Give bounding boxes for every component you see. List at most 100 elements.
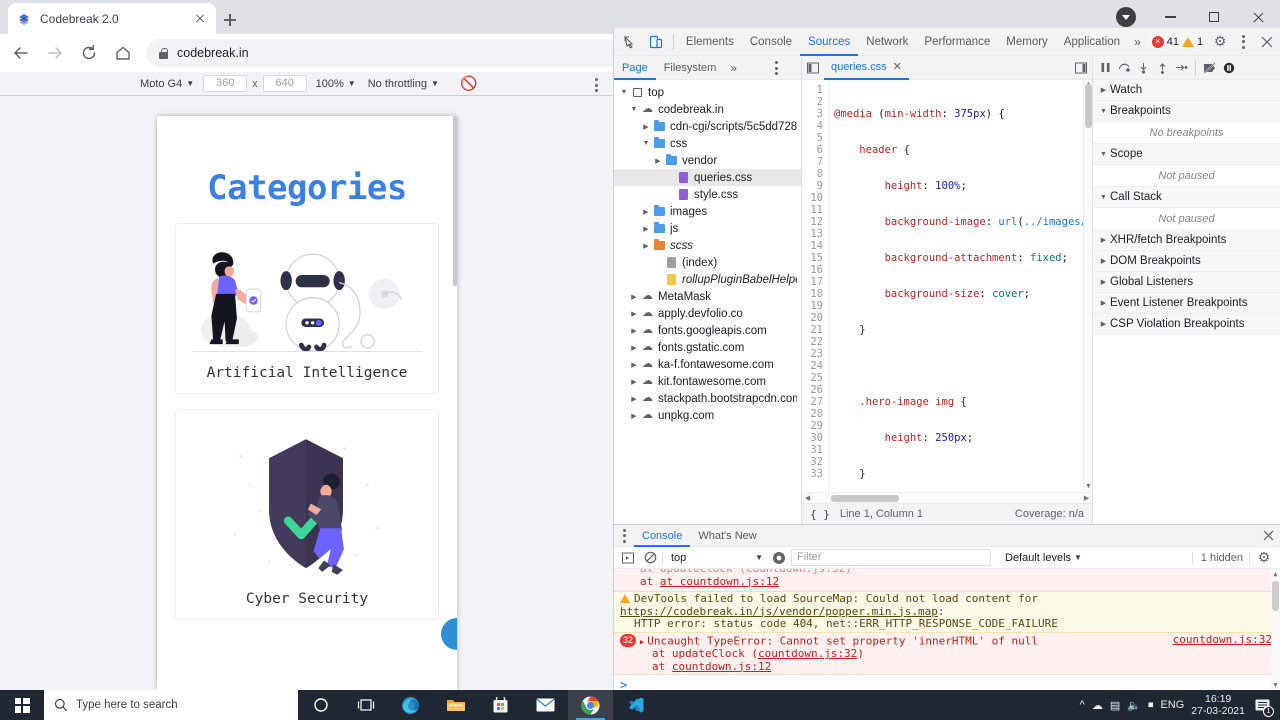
error-warning-badge[interactable]: × 41 1 bbox=[1146, 34, 1209, 49]
category-card[interactable]: Cyber Security bbox=[175, 409, 439, 620]
tree-item-kit-fontawesome-com[interactable]: ☁ kit.fontawesome.com bbox=[614, 373, 801, 390]
source-link[interactable]: countdown.js:32 bbox=[758, 647, 857, 661]
nav-tab-page[interactable]: Page bbox=[614, 56, 656, 80]
browser-tab[interactable]: Codebreak 2.0 bbox=[8, 3, 216, 34]
scrollbar-thumb[interactable] bbox=[1272, 581, 1279, 611]
scrollbar-thumb[interactable] bbox=[831, 495, 899, 502]
console-message-clipped[interactable]: at updateClock (countdown.js:32) at at c… bbox=[614, 569, 1280, 592]
chevron-right-icon[interactable] bbox=[652, 157, 664, 165]
step-into-icon[interactable] bbox=[1134, 57, 1152, 79]
tree-item-codebreak-in[interactable]: ☁ codebreak.in bbox=[614, 101, 801, 118]
debugger-section-watch[interactable]: Watch bbox=[1093, 80, 1280, 101]
tree-item-top[interactable]: top bbox=[614, 84, 801, 101]
live-expression-icon[interactable] bbox=[769, 545, 789, 571]
google-chrome-icon[interactable] bbox=[568, 690, 613, 720]
editor-horizontal-scrollbar[interactable]: ◀ ▶ bbox=[802, 492, 1092, 503]
chevron-down-icon[interactable] bbox=[618, 89, 630, 96]
console-settings-gear-icon[interactable]: ⚙ bbox=[1252, 545, 1276, 571]
tab-elements[interactable]: Elements bbox=[678, 28, 742, 56]
tab-performance[interactable]: Performance bbox=[916, 28, 998, 56]
gear-icon[interactable]: ⚙ bbox=[1208, 29, 1232, 55]
inspect-element-icon[interactable] bbox=[617, 29, 643, 55]
sourcemap-link[interactable]: https://codebreak.in/js/vendor/popper.mi… bbox=[620, 605, 938, 618]
device-toolbar-icon[interactable] bbox=[643, 29, 669, 55]
tree-item-apply-devfolio-co[interactable]: ☁ apply.devfolio.co bbox=[614, 305, 801, 322]
console-scrollbar[interactable]: ▲ ▼ bbox=[1271, 569, 1280, 690]
debugger-section-scope[interactable]: Scope bbox=[1093, 144, 1280, 165]
scroll-down-icon[interactable]: ▼ bbox=[1084, 482, 1092, 492]
page-scrollbar[interactable] bbox=[453, 116, 457, 286]
floating-action-button[interactable] bbox=[441, 618, 457, 650]
chevron-right-icon[interactable] bbox=[628, 395, 640, 403]
onedrive-icon[interactable]: ☁ bbox=[1092, 699, 1103, 712]
tree-item-js[interactable]: js bbox=[614, 220, 801, 237]
pause-on-exceptions-icon[interactable] bbox=[1220, 57, 1238, 79]
scroll-up-icon[interactable]: ▲ bbox=[1271, 569, 1280, 579]
wifi-icon[interactable]: ⏹ bbox=[1148, 699, 1154, 712]
drawer-close-icon[interactable] bbox=[1256, 525, 1280, 547]
clock[interactable]: 16:19 27-03-2021 bbox=[1191, 693, 1245, 717]
step-over-icon[interactable] bbox=[1115, 57, 1133, 79]
console-levels-select[interactable]: Default levels ▼ bbox=[1005, 552, 1082, 564]
execution-context-select[interactable]: top ▼ bbox=[662, 551, 767, 564]
scrollbar-track[interactable] bbox=[813, 493, 1081, 503]
chevron-double-right-icon[interactable]: » bbox=[1128, 35, 1147, 49]
battery-icon[interactable]: ▤ bbox=[1110, 699, 1120, 712]
drawer-menu-icon[interactable] bbox=[614, 525, 634, 547]
tree-item-metamask[interactable]: ☁ MetaMask bbox=[614, 288, 801, 305]
debugger-section-global-listeners[interactable]: Global Listeners bbox=[1093, 272, 1280, 293]
scroll-left-icon[interactable]: ◀ bbox=[802, 494, 813, 502]
tree-item-rollup-helpers[interactable]: rollupPluginBabelHelpers bbox=[614, 271, 801, 288]
reload-icon[interactable] bbox=[74, 38, 104, 68]
chevron-right-icon[interactable] bbox=[628, 310, 640, 318]
chevron-right-icon[interactable] bbox=[640, 225, 652, 233]
console-filter-input[interactable]: Filter bbox=[791, 549, 991, 566]
file-explorer-icon[interactable] bbox=[433, 690, 478, 720]
tree-item-scss[interactable]: scss bbox=[614, 237, 801, 254]
execution-context-icon[interactable] bbox=[618, 545, 638, 571]
editor-tab-queries-css[interactable]: queries.css ✕ bbox=[824, 56, 909, 80]
chevron-right-icon[interactable] bbox=[640, 208, 652, 216]
device-toolbar-menu-icon[interactable] bbox=[585, 74, 607, 96]
tree-item-unpkg-com[interactable]: ☁ unpkg.com bbox=[614, 407, 801, 424]
device-height-input[interactable]: 640 bbox=[262, 75, 307, 92]
debugger-section-breakpoints[interactable]: Breakpoints bbox=[1093, 101, 1280, 122]
tree-item-style-css[interactable]: style.css bbox=[614, 186, 801, 203]
tree-item-fonts-googleapis-com[interactable]: ☁ fonts.googleapis.com bbox=[614, 322, 801, 339]
home-icon[interactable] bbox=[108, 38, 138, 68]
hidden-messages-count[interactable]: 1 hidden bbox=[1191, 551, 1250, 564]
rotate-device-icon[interactable]: 🚫 bbox=[459, 74, 479, 94]
step-out-icon[interactable] bbox=[1153, 57, 1171, 79]
console-message-error[interactable]: 32 ▶ Uncaught TypeError: Cannot set proper… bbox=[614, 632, 1280, 676]
close-icon[interactable]: ✕ bbox=[893, 60, 902, 73]
tab-memory[interactable]: Memory bbox=[998, 28, 1056, 56]
chevron-right-icon[interactable] bbox=[628, 412, 640, 420]
devtools-menu-icon[interactable] bbox=[1232, 31, 1254, 53]
tab-console[interactable]: Console bbox=[742, 28, 800, 56]
chevron-right-icon[interactable] bbox=[640, 123, 652, 131]
chevron-right-icon[interactable]: ▶ bbox=[640, 638, 644, 646]
tree-item-index[interactable]: (index) bbox=[614, 254, 801, 271]
drawer-tab-console[interactable]: Console bbox=[634, 525, 691, 547]
console-prompt[interactable]: > bbox=[614, 675, 1280, 690]
debugger-section-event-listener-breakpoints[interactable]: Event Listener Breakpoints bbox=[1093, 293, 1280, 314]
source-link[interactable]: at countdown.js:12 bbox=[660, 575, 779, 588]
microsoft-store-icon[interactable] bbox=[478, 690, 523, 720]
error-source-link[interactable]: countdown.js:32 bbox=[1173, 633, 1272, 647]
tree-item-css[interactable]: css bbox=[614, 135, 801, 152]
nav-tab-filesystem[interactable]: Filesystem bbox=[656, 56, 725, 80]
editor-vertical-scrollbar[interactable]: ▲ ▼ bbox=[1083, 80, 1092, 492]
chevron-right-icon[interactable] bbox=[628, 378, 640, 386]
mail-icon[interactable] bbox=[523, 690, 568, 720]
throttling-select[interactable]: No throttling ▼ bbox=[362, 78, 445, 90]
show-hidden-icons-icon[interactable]: ^ bbox=[1080, 699, 1085, 711]
notifications-icon[interactable]: 1 bbox=[1252, 695, 1274, 717]
collapse-sidebar-icon[interactable] bbox=[802, 56, 824, 80]
scrollbar-thumb[interactable] bbox=[1085, 84, 1092, 128]
step-icon[interactable] bbox=[1172, 57, 1190, 79]
drawer-tab-whats-new[interactable]: What's New bbox=[690, 525, 764, 547]
tree-item-images[interactable]: images bbox=[614, 203, 801, 220]
tree-item-vendor[interactable]: vendor bbox=[614, 152, 801, 169]
tab-sources[interactable]: Sources bbox=[800, 28, 859, 56]
scroll-right-icon[interactable]: ▶ bbox=[1081, 494, 1092, 502]
